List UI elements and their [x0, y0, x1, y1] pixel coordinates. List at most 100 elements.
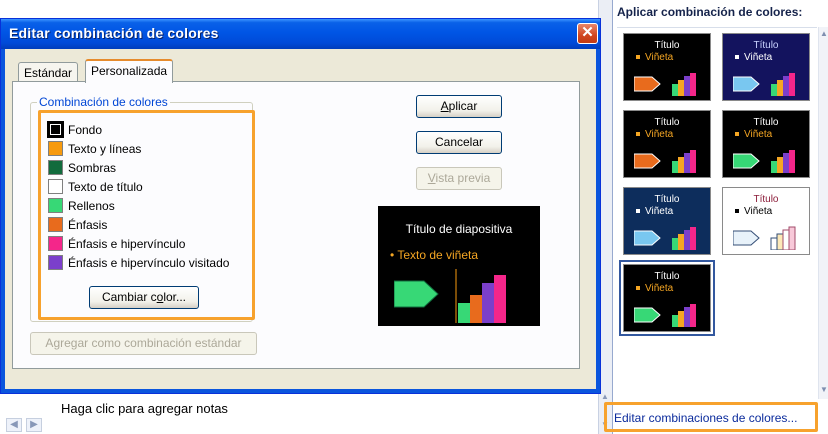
preview-accel: V — [427, 171, 436, 185]
bullet-dot-icon — [636, 286, 640, 291]
scroll-right-icon[interactable]: ▶ — [26, 418, 42, 432]
close-icon[interactable]: ✕ — [577, 23, 598, 44]
thumbnail-arrow-shape — [733, 230, 760, 246]
preview-bar-4 — [494, 275, 506, 323]
color-item-label: Texto de título — [68, 179, 143, 194]
color-swatch[interactable] — [48, 236, 63, 251]
color-item-label: Énfasis e hipervínculo visitado — [68, 255, 230, 270]
color-item-row[interactable]: Rellenos — [48, 196, 115, 215]
color-swatch[interactable] — [48, 160, 63, 175]
color-item-label: Fondo — [68, 122, 103, 137]
color-swatch[interactable] — [48, 255, 63, 270]
color-scheme-thumbnail[interactable]: Título Viñeta — [722, 187, 810, 255]
color-swatch[interactable] — [48, 217, 63, 232]
preview-bar-2 — [470, 295, 482, 323]
cancel-button[interactable]: Cancelar — [416, 131, 502, 154]
scroll-left-icon[interactable]: ◀ — [6, 418, 22, 432]
thumbnail-bullet: Viñeta — [735, 206, 772, 217]
bullet-dot-icon — [636, 55, 640, 60]
change-color-label-b: lor... — [163, 290, 187, 304]
thumbnail-bullet-text: Viñeta — [645, 206, 674, 217]
change-color-button[interactable]: Cambiar color... — [89, 286, 199, 309]
color-scheme-thumbnail[interactable]: Título Viñeta — [623, 33, 711, 101]
bullet-dot-icon — [636, 209, 640, 214]
color-item-row[interactable]: Sombras — [48, 158, 116, 177]
color-item-row[interactable]: Fondo — [47, 120, 103, 139]
thumbnail-bar — [672, 161, 678, 173]
preview-button[interactable]: Vista previa — [416, 167, 502, 190]
dialog-frame-left — [1, 49, 5, 393]
color-scheme-thumbnail[interactable]: Título Viñeta — [623, 187, 711, 255]
color-swatch[interactable] — [48, 198, 63, 213]
thumbnail-bar — [690, 73, 696, 96]
color-item-row[interactable]: Énfasis — [48, 215, 107, 234]
thumbnail-graphic — [634, 150, 696, 173]
thumbnail-graphic — [733, 73, 795, 96]
thumbnail-graphic — [634, 73, 696, 96]
color-swatch[interactable] — [48, 141, 63, 156]
color-swatch[interactable] — [48, 179, 63, 194]
preview-slide-title: Título de diapositiva — [405, 222, 513, 236]
thumbnail-bar — [678, 234, 684, 250]
thumbnail-bar — [788, 226, 796, 250]
thumbnail-bar — [789, 73, 795, 96]
thumbnail-bullet: Viñeta — [735, 52, 772, 63]
color-item-row[interactable]: Énfasis e hipervínculo — [48, 234, 185, 253]
preview-arrow-shape — [394, 280, 439, 308]
thumbnail-bullet-text: Viñeta — [645, 283, 674, 294]
thumbnail-graphic — [733, 226, 796, 250]
thumbnail-title: Título — [654, 40, 680, 51]
gallery-scroll-down-icon[interactable]: ▼ — [819, 385, 828, 397]
thumbnail-bullet: Viñeta — [735, 129, 772, 140]
thumbnail-bullet-text: Viñeta — [744, 52, 773, 63]
thumbnail-bar — [771, 161, 777, 173]
color-item-label: Énfasis e hipervínculo — [68, 236, 186, 251]
thumbnail-title: Título — [654, 117, 680, 128]
thumbnail-arrow-shape — [733, 76, 760, 92]
thumbnail-bar — [678, 157, 684, 173]
thumbnail-graphic — [634, 304, 696, 327]
color-swatch[interactable] — [47, 121, 64, 138]
color-item-row[interactable]: Texto y líneas — [48, 139, 141, 158]
dialog-frame-bottom — [1, 389, 600, 393]
gallery-scroll-up-icon[interactable]: ▲ — [819, 29, 828, 41]
change-color-label-a: Cambiar c — [101, 290, 157, 304]
thumbnail-title: Título — [753, 40, 779, 51]
slide-preview: Título de diapositiva • Texto de viñeta — [378, 206, 540, 326]
slide-nav-arrows: ◀ ▶ — [6, 418, 46, 432]
bullet-dot-icon — [735, 55, 739, 60]
tab-personalizada[interactable]: Personalizada — [85, 59, 174, 83]
thumbnail-bullet-text: Viñeta — [744, 129, 773, 140]
bullet-dot-icon — [735, 132, 739, 137]
thumbnail-bar — [776, 233, 784, 250]
scroll-up-icon[interactable]: ▲ — [600, 392, 610, 402]
thumbnail-arrow-shape — [634, 307, 661, 323]
color-scheme-thumbnail[interactable]: Título Viñeta — [619, 260, 715, 336]
color-item-label: Énfasis — [68, 217, 108, 232]
notes-placeholder[interactable]: Haga clic para agregar notas — [61, 401, 228, 416]
dialog-frame-right — [596, 49, 600, 393]
color-item-label: Sombras — [68, 160, 117, 175]
thumbnail-bar — [771, 84, 777, 96]
thumbnail-title: Título — [753, 117, 779, 128]
color-item-row[interactable]: Énfasis e hipervínculo visitado — [48, 253, 229, 272]
preview-bullet-text: • Texto de viñeta — [390, 248, 479, 262]
thumbnail-bullet: Viñeta — [636, 129, 673, 140]
thumbnail-bar — [789, 150, 795, 173]
apply-accel: A — [440, 99, 449, 113]
color-item-row[interactable]: Texto de título — [48, 177, 143, 196]
color-scheme-thumbnail[interactable]: Título Viñeta — [722, 110, 810, 178]
thumbnail-bar — [684, 153, 690, 173]
gallery-scrollbar[interactable]: ▲ ▼ — [818, 27, 828, 399]
color-scheme-thumbnail[interactable]: Título Viñeta — [623, 110, 711, 178]
thumbnail-title: Título — [654, 271, 680, 282]
thumbnail-bar — [777, 80, 783, 96]
thumbnail-bar — [672, 238, 678, 250]
apply-button[interactable]: Aplicar — [416, 95, 502, 118]
edit-color-schemes-link[interactable]: Editar combinaciones de colores... — [614, 411, 797, 425]
thumbnail-bullet-text: Viñeta — [645, 52, 674, 63]
color-scheme-thumbnail[interactable]: Título Viñeta — [722, 33, 810, 101]
add-standard-scheme-button[interactable]: Agregar como combinación estándar — [30, 332, 257, 355]
thumbnail-title: Título — [753, 194, 779, 205]
thumbnail-bar — [777, 157, 783, 173]
